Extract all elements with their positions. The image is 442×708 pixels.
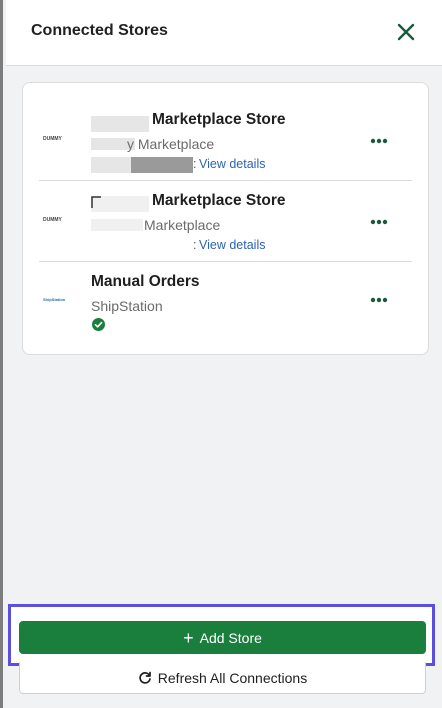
panel-header: Connected Stores <box>6 0 442 66</box>
more-options-icon[interactable] <box>370 138 388 144</box>
view-details-link[interactable]: View details <box>199 157 265 171</box>
redacted-status-dark <box>131 157 193 173</box>
refresh-icon <box>139 671 151 684</box>
store-platform: ShipStation <box>91 298 163 314</box>
connected-check-icon <box>92 318 105 331</box>
add-store-label: Add Store <box>199 629 262 646</box>
store-name: Marketplace Store <box>152 111 286 128</box>
add-store-button[interactable]: + Add Store <box>19 621 426 654</box>
row-divider <box>39 180 412 181</box>
refresh-all-connections-button[interactable]: Refresh All Connections <box>19 662 426 694</box>
refresh-label: Refresh All Connections <box>157 669 308 686</box>
stores-card: DUMMY Marketplace Store y Marketplace : … <box>22 82 429 355</box>
store-name: Manual Orders <box>91 273 200 290</box>
view-details-link[interactable]: View details <box>199 238 265 252</box>
redacted-status <box>91 157 131 173</box>
store-platform: y Marketplace <box>127 136 215 152</box>
store-logo: DUMMY <box>43 217 62 223</box>
more-options-icon[interactable] <box>370 297 388 303</box>
connected-stores-panel: Connected Stores DUMMY Marketplace Store… <box>0 0 442 708</box>
store-logo: ShipStation <box>43 297 66 302</box>
redacted-name <box>91 116 149 132</box>
row-divider <box>39 261 412 262</box>
close-icon[interactable] <box>393 19 419 45</box>
store-logo: DUMMY <box>43 136 62 142</box>
plus-icon: + <box>183 627 194 648</box>
store-name: Marketplace Store <box>152 192 286 209</box>
more-options-icon[interactable] <box>370 219 388 225</box>
redacted-sub <box>91 219 143 231</box>
panel-title: Connected Stores <box>31 22 168 39</box>
store-platform: Marketplace <box>144 217 221 233</box>
redaction-corner <box>91 196 101 208</box>
